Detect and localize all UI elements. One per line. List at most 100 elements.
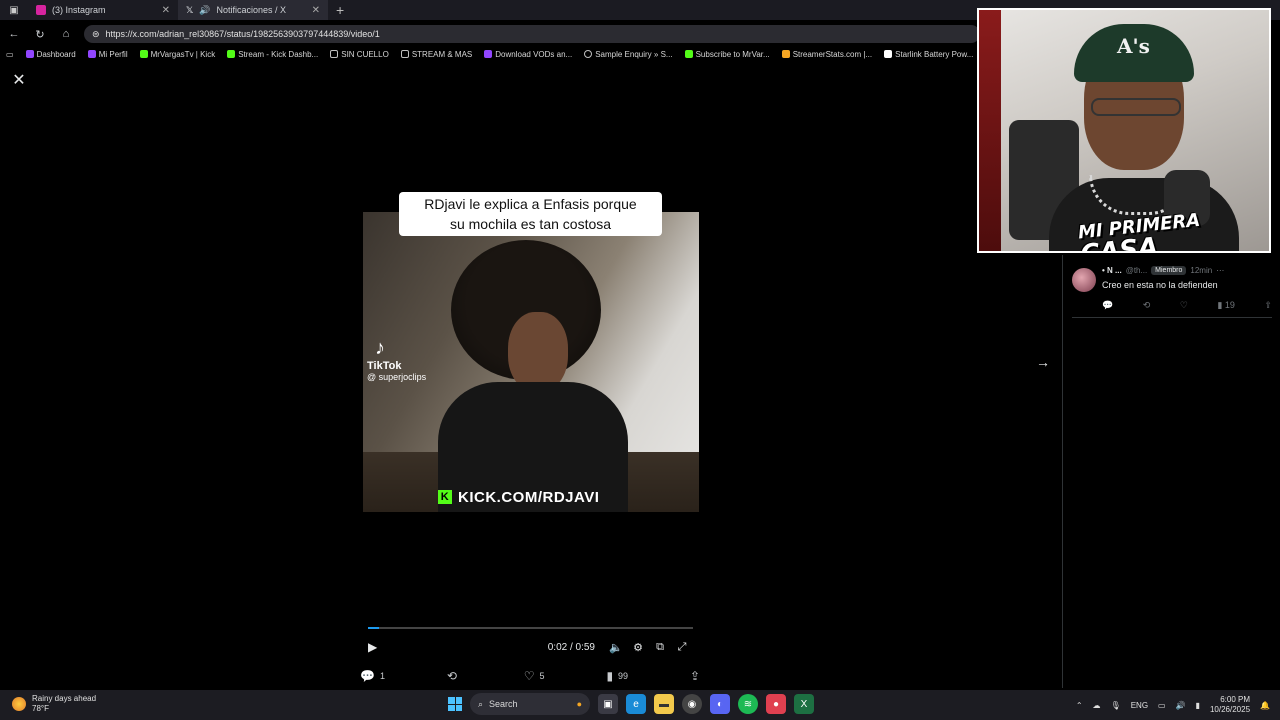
play-icon[interactable]: ▶ xyxy=(368,640,384,654)
url-text: https://x.com/adrian_rel30867/status/198… xyxy=(105,29,380,39)
notification-bell-icon[interactable]: 🔔 xyxy=(1260,701,1270,710)
taskbar-search[interactable]: ⌕ Search ● xyxy=(470,693,590,715)
video-person-face xyxy=(508,312,568,392)
video-progress-bar[interactable] xyxy=(368,627,693,629)
picture-in-picture-icon[interactable]: ⧉ xyxy=(649,641,671,654)
tab-close-icon[interactable]: ✕ xyxy=(162,5,170,16)
search-placeholder: Search xyxy=(489,699,518,709)
obs-icon[interactable]: ● xyxy=(766,694,786,714)
webcam-overlay: A's MI PRIMERA CASA xyxy=(977,8,1271,253)
bookmark-item[interactable]: MrVargasTv | Kick xyxy=(139,50,215,59)
member-badge: Miembro xyxy=(1151,266,1187,275)
bookmark-label: Dashboard xyxy=(36,49,76,59)
reply-author-name[interactable]: • N ... xyxy=(1102,266,1122,275)
repost-icon: ⟲ xyxy=(446,669,457,683)
reply-header: • N ... @th... Miembro 12min ⋯ xyxy=(1102,266,1224,275)
weather-icon xyxy=(12,697,26,711)
weather-widget[interactable]: Rainy days ahead 78°F xyxy=(12,694,96,714)
weather-temp: 78°F xyxy=(32,704,49,713)
more-options-icon[interactable]: ⋯ xyxy=(1216,266,1224,275)
reload-icon[interactable]: ↻ xyxy=(32,28,48,41)
back-arrow-icon[interactable]: ← xyxy=(6,28,22,40)
file-explorer-icon[interactable]: ▬ xyxy=(654,694,674,714)
tab-label: Notificaciones / X xyxy=(216,5,287,15)
tab-x-notifications[interactable]: 𝕏 🔊 Notificaciones / X ✕ xyxy=(178,0,328,20)
share-icon[interactable]: ⇪ xyxy=(1264,300,1272,311)
windows-taskbar: Rainy days ahead 78°F ⌕ Search ● ▣ e ▬ ◉… xyxy=(0,690,1280,720)
reply-time[interactable]: 12min xyxy=(1190,266,1212,275)
language-indicator[interactable]: ENG xyxy=(1131,701,1148,710)
reply-actions: 💬 ⟲ ♡ ▮ 19 ⇪ xyxy=(1102,300,1272,311)
discord-icon[interactable]: ◐ xyxy=(710,694,730,714)
kick-watermark: K KICK.COM/RDJAVI xyxy=(438,487,599,507)
heart-icon: ♡ xyxy=(523,669,535,683)
clock-date: 10/26/2025 xyxy=(1209,705,1251,714)
tab-instagram[interactable]: (3) Instagram ✕ xyxy=(28,0,178,20)
video-time: 0:02 / 0:59 xyxy=(547,641,595,653)
url-field[interactable]: ⊜ https://x.com/adrian_rel30867/status/1… xyxy=(84,25,980,43)
settings-gear-icon[interactable]: ⚙ xyxy=(627,641,649,654)
reply-icon[interactable]: 💬 xyxy=(1102,300,1113,311)
tiktok-icon: ♪ xyxy=(375,337,385,359)
clock-time: 6:00 PM xyxy=(1220,695,1251,704)
chrome-icon[interactable]: ◉ xyxy=(682,694,702,714)
network-icon[interactable]: ▭ xyxy=(1158,701,1166,710)
volume-icon[interactable]: 🔈 xyxy=(605,641,627,654)
reply-button[interactable]: 💬 1 xyxy=(360,669,385,683)
address-bar-row: ← ↻ ⌂ ⊜ https://x.com/adrian_rel30867/st… xyxy=(0,23,980,45)
bookmark-item[interactable]: Stream - Kick Dashb... xyxy=(227,50,318,59)
reply-view-count: 19 xyxy=(1224,300,1235,310)
excel-icon[interactable]: X xyxy=(794,694,814,714)
task-view-icon[interactable]: ▣ xyxy=(598,694,618,714)
avatar[interactable] xyxy=(1072,268,1096,292)
clock[interactable]: 6:00 PM 10/26/2025 xyxy=(1210,695,1250,715)
microphone-icon[interactable]: 🎙 xyxy=(1111,701,1121,710)
like-button[interactable]: ♡ 5 xyxy=(524,669,545,683)
bookmark-item[interactable]: Subscribe to MrVar... xyxy=(684,50,770,59)
volume-icon[interactable]: 🔊 xyxy=(1176,701,1186,710)
new-tab-button[interactable]: + xyxy=(328,2,352,18)
webcam-red-wall xyxy=(979,10,1001,251)
bookmarks-bar: ▭ Dashboard Mi Perfil MrVargasTv | Kick … xyxy=(0,46,980,62)
heart-icon[interactable]: ♡ xyxy=(1180,300,1188,311)
bookmark-item[interactable]: Starlink Battery Pow... xyxy=(884,50,973,59)
caption-line-2: su mochila es tan costosa xyxy=(449,216,612,232)
kick-icon xyxy=(227,50,236,58)
windows-start-icon[interactable] xyxy=(448,697,462,711)
fullscreen-icon[interactable]: ⤢ xyxy=(671,641,693,654)
bookmark-folder[interactable]: SIN CUELLO xyxy=(330,50,389,59)
tiktok-label: TikTok xyxy=(367,360,402,372)
chevron-up-icon[interactable]: ⌃ xyxy=(1076,701,1083,710)
home-icon[interactable]: ⌂ xyxy=(58,28,74,40)
close-media-icon[interactable]: ✕ xyxy=(11,73,27,89)
next-media-arrow-icon[interactable]: → xyxy=(1035,354,1051,370)
bookmark-item[interactable]: Dashboard xyxy=(25,49,76,59)
bookmark-item[interactable]: Mi Perfil xyxy=(87,50,128,59)
bookmarks-menu-icon[interactable]: ▭ xyxy=(6,50,14,59)
reply-item[interactable]: • N ... @th... Miembro 12min ⋯ Creo en e… xyxy=(1072,266,1272,318)
repost-button[interactable]: ⟲ xyxy=(447,669,462,683)
kick-logo-icon: K xyxy=(438,490,452,504)
bookmark-item[interactable]: StreamerStats.com |... xyxy=(781,50,872,59)
bar-chart-icon: ▮ xyxy=(1217,300,1223,310)
repost-icon[interactable]: ⟲ xyxy=(1143,300,1151,311)
views-button[interactable]: ▮ 99 xyxy=(606,669,628,683)
onedrive-icon[interactable]: ☁ xyxy=(1093,701,1101,710)
share-button[interactable]: ⇪ xyxy=(690,669,700,683)
bookmark-item[interactable]: Download VODs an... xyxy=(484,50,572,59)
window-menu-icon[interactable]: ▣ xyxy=(0,5,28,16)
spotify-icon[interactable]: ≋ xyxy=(738,694,758,714)
edge-icon[interactable]: e xyxy=(626,694,646,714)
bookmark-folder[interactable]: STREAM & MAS xyxy=(400,50,472,59)
bookmark-item[interactable]: Sample Enquiry » S... xyxy=(584,50,673,59)
kick-icon xyxy=(684,50,693,58)
site-info-icon[interactable]: ⊜ xyxy=(92,29,100,40)
battery-icon[interactable]: ▮ xyxy=(1196,701,1200,710)
tiktok-watermark: ♪ TikTok @ superjoclips xyxy=(367,337,426,382)
tab-close-icon[interactable]: ✕ xyxy=(312,5,320,16)
reply-icon: 💬 xyxy=(360,669,375,683)
views-button[interactable]: ▮ 19 xyxy=(1217,300,1234,311)
video-progress-fill xyxy=(368,627,380,629)
reply-author-handle[interactable]: @th... xyxy=(1126,266,1147,275)
stats-icon xyxy=(781,50,790,58)
